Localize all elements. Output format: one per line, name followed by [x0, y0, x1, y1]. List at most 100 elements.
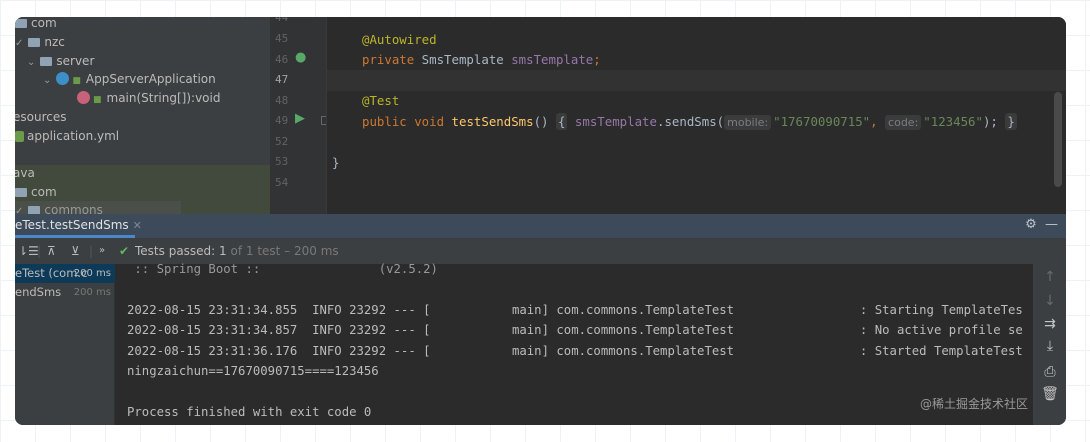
parens: ()	[533, 114, 556, 129]
code-line-46: private SmsTemplate smsTemplate;	[362, 50, 601, 70]
tree-label: AppServerApplication	[85, 72, 216, 86]
header-icons: ⚙ —	[1025, 217, 1058, 232]
tree-item-nzc[interactable]: ✓ nzc	[15, 33, 65, 52]
line-number: 47	[275, 73, 289, 86]
console-line: :: Spring Boot :: (v2.5.2)	[127, 262, 438, 276]
more-icon[interactable]: »	[99, 238, 105, 264]
line-number: 45	[275, 32, 289, 45]
tree-item-server[interactable]: ⌄ server	[27, 52, 94, 71]
editor-gutter: 44 45 46 47 48 49 52 53 54 ● ▶	[270, 17, 330, 214]
annotation: @Autowired	[362, 32, 437, 47]
tree-label: application.yml	[27, 129, 120, 143]
type: SmsTemplate	[414, 52, 512, 67]
tree-item-com-2[interactable]: com	[15, 183, 57, 202]
method-icon	[77, 91, 90, 104]
console-line: 2022-08-15 23:31:34.855 INFO 23292 --- […	[127, 303, 1023, 317]
tree-item-resources[interactable]: esources	[15, 108, 66, 127]
console-output[interactable]: :: Spring Boot :: (v2.5.2) 2022-08-15 23…	[115, 262, 1033, 425]
run-test-icon[interactable]: ▶	[295, 111, 305, 126]
test-tree-item[interactable]: endSms 200 ms	[15, 283, 115, 302]
line-number: 48	[275, 94, 289, 107]
tree-item-main[interactable]: ■ main(String[]):void	[77, 89, 220, 108]
collapse-all-icon[interactable]: ⊻	[71, 238, 80, 264]
console-line: Process finished with exit code 0	[127, 405, 372, 419]
tree-label: server	[56, 54, 95, 68]
tree-label: com	[31, 185, 57, 199]
console-side-toolbar: ↑ ↓ ⇉ ⤓ ⎙ 🗑	[1033, 264, 1066, 425]
tree-label: nzc	[44, 35, 65, 49]
spring-bean-navigate-icon[interactable]: ●	[295, 50, 306, 65]
comma: ,	[870, 114, 886, 129]
tab-label: eTest.testSendSms	[15, 218, 129, 232]
field: smsTemplate	[574, 114, 657, 129]
test-tree-item[interactable]: eTest (com.c 200 ms	[15, 264, 115, 283]
line-number: 44	[275, 17, 289, 24]
line-number: 52	[275, 135, 289, 148]
clear-icon[interactable]: 🗑	[1041, 386, 1059, 402]
brace: {	[555, 113, 568, 130]
code-line-49: public void testSendSms() { smsTemplate.…	[362, 112, 1017, 132]
lock-icon: ■	[93, 95, 102, 105]
tree-item-java[interactable]: ava	[15, 164, 35, 183]
scroll-to-end-icon[interactable]: ⤓	[1041, 338, 1059, 354]
test-tree: eTest (com.c 200 ms endSms 200 ms	[15, 264, 115, 425]
tree-label: ava	[15, 166, 35, 180]
tree-label: main(String[]):void	[106, 91, 221, 105]
divider: |	[89, 244, 94, 258]
ide-window: com ✓ nzc ⌄ server ⌄ ■ AppServerApplication …	[15, 17, 1066, 425]
code-line-53: }	[332, 155, 340, 170]
expand-all-icon[interactable]: ⊼	[47, 238, 56, 264]
lock-icon: ■	[72, 76, 81, 86]
tree-label: esources	[15, 110, 67, 124]
call: .sendSms(	[656, 114, 725, 129]
method-name: testSendSms	[451, 114, 534, 129]
chevron-down-icon: ⌄	[43, 75, 52, 86]
tab-test-run[interactable]: eTest.testSendSms ✕	[15, 214, 142, 238]
chevron-down-icon: ⌄	[27, 57, 36, 68]
tree-item-com[interactable]: com	[15, 17, 57, 33]
gear-icon[interactable]: ⚙	[1025, 217, 1037, 232]
close-icon[interactable]: ✕	[133, 219, 142, 232]
status-detail: of 1 test – 200 ms	[226, 244, 339, 258]
yaml-file-icon	[15, 131, 24, 142]
line-number: 54	[275, 176, 289, 189]
call-close: );	[982, 114, 998, 129]
line-number: 46	[275, 53, 289, 66]
tree-item-application-yml[interactable]: application.yml	[15, 127, 119, 146]
string: "17670090715"	[773, 114, 871, 129]
divider: |	[37, 244, 42, 258]
console-line: 2022-08-15 23:31:34.857 INFO 23292 --- […	[127, 323, 1023, 337]
brace: }	[1005, 113, 1017, 130]
semicolon: ;	[593, 52, 601, 67]
soft-wrap-icon[interactable]: ⇉	[1041, 316, 1059, 332]
line-number: 53	[275, 155, 289, 168]
test-time: 200 ms	[73, 287, 111, 298]
up-arrow-icon[interactable]: ↑	[1041, 269, 1059, 285]
param-hint: mobile:	[724, 115, 772, 130]
run-toolwindow-header: eTest.testSendSms ✕ ⚙ —	[15, 214, 1066, 238]
annotation: @Test	[362, 93, 400, 108]
folder-icon	[15, 19, 27, 28]
code-line-45: @Autowired	[362, 30, 437, 50]
console-line: 2022-08-15 23:31:36.176 INFO 23292 --- […	[127, 344, 1023, 358]
keyword: private	[362, 52, 415, 67]
sort-icon[interactable]: ⇂☰	[18, 238, 39, 264]
line-number: 49	[275, 114, 289, 127]
minimize-icon[interactable]: —	[1045, 217, 1058, 232]
chevron-down-icon: ✓	[15, 38, 24, 49]
code-editor[interactable]: @Autowired private SmsTemplate smsTempla…	[326, 17, 1066, 214]
editor-scrollbar[interactable]	[1054, 92, 1062, 187]
print-icon[interactable]: ⎙	[1041, 364, 1059, 380]
test-time: 200 ms	[73, 268, 111, 279]
field: smsTemplate	[511, 52, 594, 67]
package-icon	[28, 38, 41, 47]
project-panel: com ✓ nzc ⌄ server ⌄ ■ AppServerApplication …	[15, 17, 270, 220]
test-name: endSms	[15, 285, 62, 299]
string: "123456"	[923, 114, 983, 129]
param-hint: code:	[885, 115, 922, 130]
down-arrow-icon[interactable]: ↓	[1041, 293, 1059, 309]
package-icon	[40, 57, 53, 66]
status-passed: Tests passed: 1	[135, 244, 227, 258]
spring-boot-class-icon	[56, 72, 70, 85]
tree-item-appserverapplication[interactable]: ⌄ ■ AppServerApplication	[43, 70, 216, 89]
